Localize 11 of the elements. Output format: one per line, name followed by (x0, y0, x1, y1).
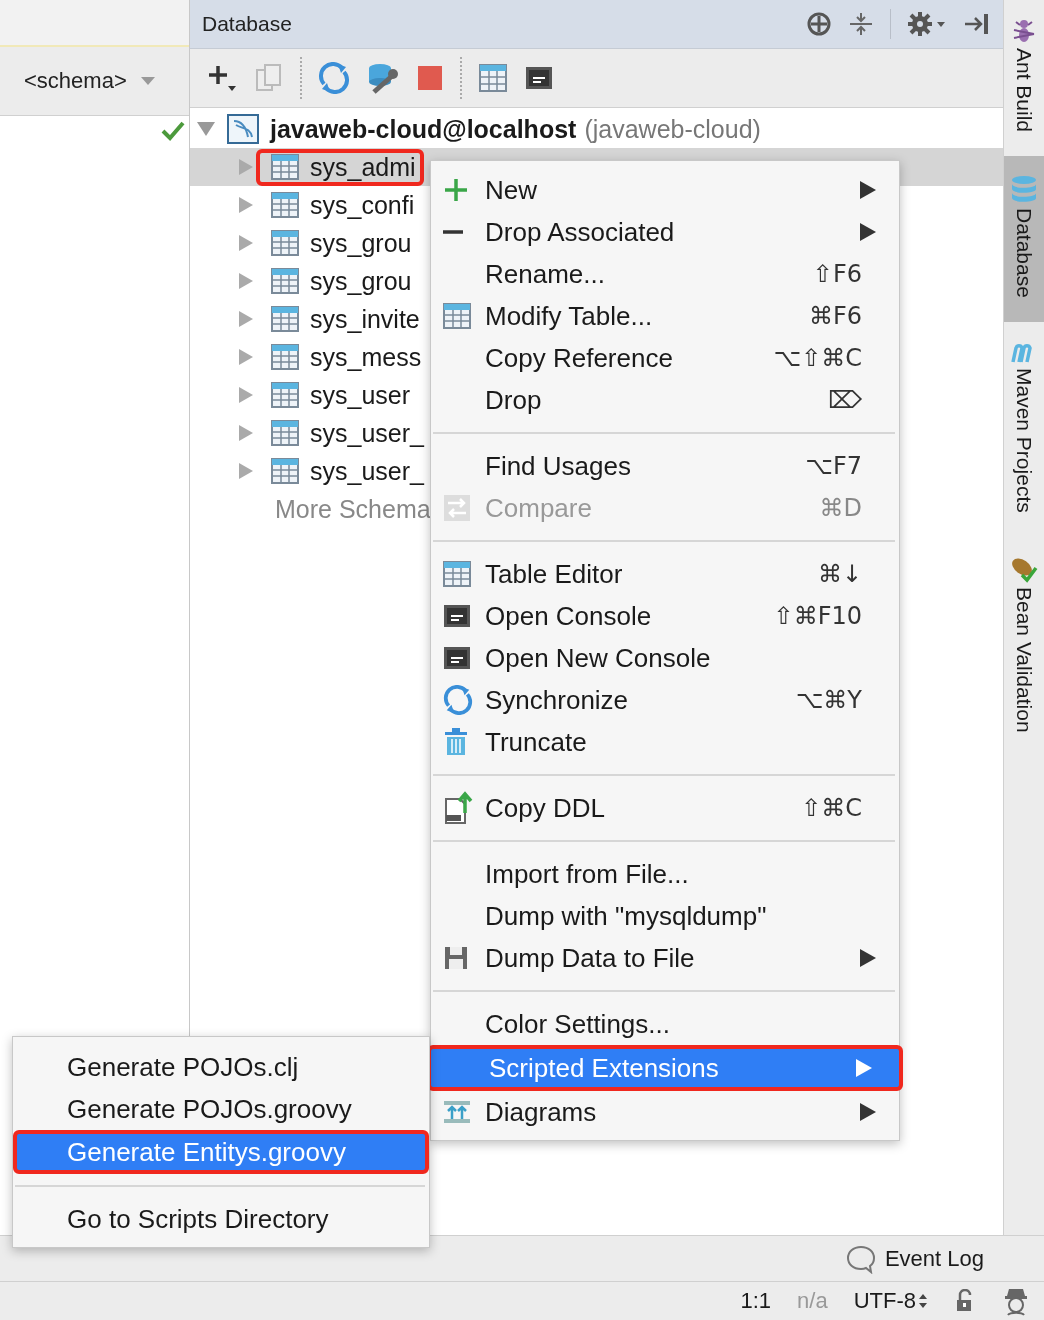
table-name: sys_mess (310, 342, 422, 372)
table-name: sys_user (310, 380, 411, 410)
table-name: sys_grou (310, 228, 412, 258)
table-name: sys_grou (310, 266, 412, 296)
table-name: sys_admi (310, 152, 416, 182)
table-name: sys_confi (310, 190, 415, 220)
panel-title: Database (202, 12, 292, 36)
table-name: sys_user_ (310, 418, 424, 448)
connection-detail: (javaweb-cloud) (584, 114, 761, 144)
table-name: sys_user_ (310, 456, 424, 486)
table-name: sys_invite (310, 304, 420, 334)
